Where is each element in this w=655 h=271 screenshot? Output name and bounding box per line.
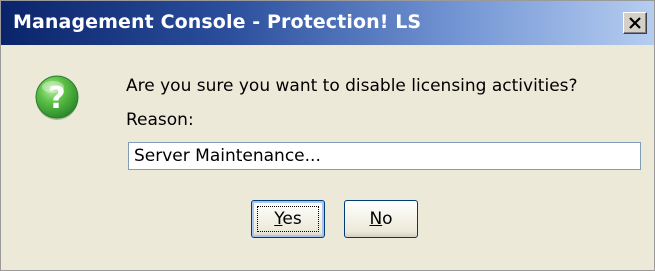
dialog-window: Management Console - Protection! LS ? Ar… xyxy=(0,0,655,271)
svg-text:?: ? xyxy=(48,81,65,116)
no-button-label: No xyxy=(369,209,393,229)
window-title: Management Console - Protection! LS xyxy=(13,11,422,33)
reason-input[interactable] xyxy=(128,142,641,170)
reason-label: Reason: xyxy=(126,110,194,130)
no-button[interactable]: No xyxy=(344,200,418,238)
yes-button-label: Yes xyxy=(274,209,302,229)
confirmation-message: Are you sure you want to disable licensi… xyxy=(126,76,578,96)
close-icon xyxy=(629,17,641,29)
close-button[interactable] xyxy=(623,12,647,34)
yes-button[interactable]: Yes xyxy=(251,200,325,238)
dialog-body: ? Are you sure you want to disable licen… xyxy=(1,45,654,270)
question-icon: ? xyxy=(35,75,79,120)
title-bar[interactable]: Management Console - Protection! LS xyxy=(1,1,654,45)
